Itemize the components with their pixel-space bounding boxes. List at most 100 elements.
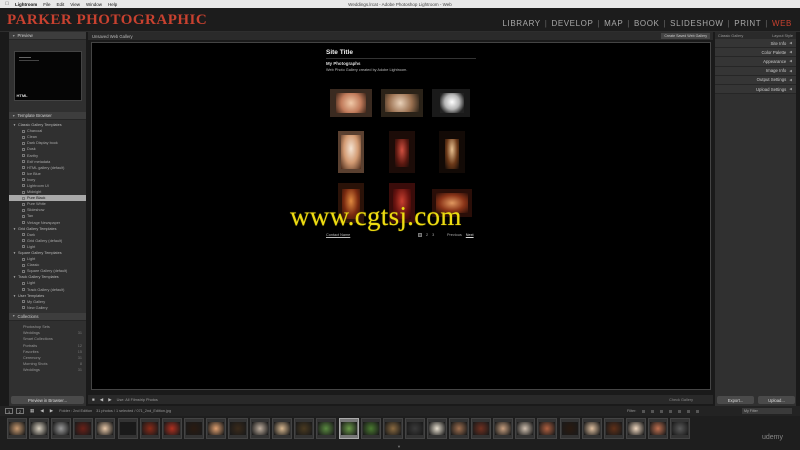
filter-preset-select[interactable]: My Filter: [742, 408, 792, 414]
filmstrip-thumbnail[interactable]: [51, 418, 72, 439]
filmstrip-thumbnail[interactable]: [272, 418, 293, 439]
color-filter[interactable]: [696, 409, 699, 413]
contact-link[interactable]: Contact Name: [326, 233, 350, 237]
filmstrip-thumbnail[interactable]: [73, 418, 94, 439]
filmstrip-thumbnail[interactable]: [29, 418, 50, 439]
panel-section-output-settings[interactable]: Output Settings ◀: [715, 75, 796, 85]
filmstrip-thumbnail[interactable]: [625, 418, 646, 439]
filmstrip-thumbnail[interactable]: [426, 418, 447, 439]
filmstrip-thumbnail[interactable]: [316, 418, 337, 439]
back-arrow-icon[interactable]: ◀: [40, 408, 43, 414]
collections-header[interactable]: ▼ Collections: [9, 312, 86, 321]
color-filter[interactable]: [678, 409, 681, 413]
check-gallery-label[interactable]: Check Gallery: [669, 398, 693, 402]
filmstrip-thumbnail[interactable]: [139, 418, 160, 439]
filmstrip-thumbnail[interactable]: [493, 418, 514, 439]
filmstrip-thumbnail[interactable]: [360, 418, 381, 439]
filmstrip-thumbnail[interactable]: [449, 418, 469, 439]
filmstrip-thumbnail[interactable]: [183, 418, 204, 439]
filmstrip-thumbnail[interactable]: [670, 418, 690, 439]
panel-section-appearance[interactable]: Appearance ◀: [715, 57, 796, 67]
flag-filter[interactable]: [651, 409, 654, 413]
filmstrip-thumbnail[interactable]: [382, 418, 403, 439]
page-3-link[interactable]: 3: [432, 233, 434, 237]
filmstrip-thumbnail[interactable]: [228, 418, 248, 439]
thumbnail-image: [296, 422, 313, 435]
thumbnail-image: [97, 422, 114, 435]
flag-filter[interactable]: [642, 409, 645, 413]
gallery-type-label[interactable]: Classic Gallery: [718, 34, 743, 38]
panel-section-upload-settings[interactable]: Upload Settings ◀: [715, 84, 796, 95]
page-2-link[interactable]: 2: [426, 233, 428, 237]
filmstrip-thumbnail[interactable]: [581, 418, 602, 439]
filmstrip-thumbnail[interactable]: [250, 418, 271, 439]
menu-file[interactable]: File: [43, 2, 50, 7]
preview-panel-header[interactable]: ▼ Preview: [9, 32, 86, 40]
filmstrip-thumbnail[interactable]: [515, 418, 536, 439]
filmstrip-thumbnail[interactable]: [161, 418, 182, 439]
filmstrip-thumbnail[interactable]: [117, 418, 138, 439]
flag-filter[interactable]: [660, 409, 663, 413]
gallery-thumbnail[interactable]: [439, 131, 465, 173]
menu-edit[interactable]: Edit: [57, 2, 65, 7]
filmstrip-thumbnail[interactable]: [7, 418, 27, 439]
menu-help[interactable]: Help: [108, 2, 117, 7]
filmstrip-thumbnail[interactable]: [294, 418, 315, 439]
filmstrip-thumbnail[interactable]: [603, 418, 624, 439]
next-photo-icon[interactable]: ▶: [108, 397, 111, 403]
star-filter[interactable]: [669, 409, 672, 413]
app-menu[interactable]: Lightroom: [15, 2, 37, 7]
filmstrip-thumbnail[interactable]: [95, 418, 116, 439]
secondary-display-2-icon[interactable]: 2: [16, 408, 24, 414]
panel-section-image-info[interactable]: Image Info ◀: [715, 66, 796, 76]
menu-view[interactable]: View: [70, 2, 80, 7]
apple-icon[interactable]: : [4, 1, 10, 7]
export-button[interactable]: Export...: [717, 396, 754, 404]
template-browser-header[interactable]: ▼ Template Browser: [9, 112, 86, 120]
collection-item[interactable]: Weddings 31: [9, 367, 86, 373]
filmstrip-toggle-icon[interactable]: ▼: [397, 444, 401, 449]
gallery-thumbnail[interactable]: [330, 89, 372, 117]
page-1-button[interactable]: [418, 233, 422, 237]
panel-section-color-palette[interactable]: Color Palette ◀: [715, 48, 796, 58]
module-print[interactable]: PRINT: [730, 19, 765, 28]
filmstrip-source[interactable]: Folder : 2nd Edition: [59, 409, 92, 413]
filmstrip-thumbnail[interactable]: [559, 418, 580, 439]
gallery-thumbnail[interactable]: [338, 131, 364, 173]
create-saved-gallery-button[interactable]: Create Saved Web Gallery: [661, 33, 710, 39]
module-slideshow[interactable]: SLIDESHOW: [666, 19, 727, 28]
gallery-thumbnail[interactable]: [381, 89, 423, 117]
layout-style-header[interactable]: Classic Gallery Layout Style: [715, 32, 796, 39]
page-indicator: 2 3: [418, 233, 434, 237]
gallery-thumbnail[interactable]: [432, 89, 470, 117]
secondary-display-1-icon[interactable]: 1: [5, 408, 13, 414]
preview-in-browser-button[interactable]: Preview in Browser...: [11, 396, 84, 404]
filmstrip-thumbnail[interactable]: [404, 418, 425, 439]
panel-section-site-info[interactable]: Site Info ◀: [715, 39, 796, 49]
previous-link[interactable]: Previous: [447, 233, 462, 237]
previous-photo-icon[interactable]: ◀: [100, 397, 103, 403]
module-develop[interactable]: DEVELOP: [547, 19, 597, 28]
upload-button[interactable]: Upload...: [758, 396, 795, 404]
filmstrip-thumbnail[interactable]: [647, 418, 668, 439]
collection-title[interactable]: My Photographs: [326, 61, 360, 66]
module-web[interactable]: WEB: [768, 19, 796, 28]
next-link[interactable]: Next: [466, 233, 474, 237]
module-book[interactable]: BOOK: [630, 19, 664, 28]
forward-arrow-icon[interactable]: ▶: [50, 408, 53, 414]
site-title[interactable]: Site Title: [326, 49, 353, 56]
module-map[interactable]: MAP: [600, 19, 627, 28]
filmstrip-thumbnail[interactable]: [338, 418, 359, 439]
module-library[interactable]: LIBRARY: [498, 19, 544, 28]
stop-icon[interactable]: ■: [92, 397, 95, 402]
source-selector[interactable]: Use: All Filmstrip Photos: [117, 398, 158, 402]
menu-window[interactable]: Window: [86, 2, 102, 7]
filmstrip-thumbnail[interactable]: [537, 418, 558, 439]
collection-description[interactable]: Web Photo Gallery created by Adobe Light…: [326, 68, 407, 72]
filmstrip-thumbnail[interactable]: [205, 418, 226, 439]
template-item[interactable]: New Gallery: [9, 305, 86, 311]
grid-view-icon[interactable]: ▦: [30, 408, 34, 414]
color-filter[interactable]: [687, 409, 690, 413]
filmstrip-thumbnail[interactable]: [471, 418, 492, 439]
gallery-thumbnail[interactable]: [389, 131, 415, 173]
